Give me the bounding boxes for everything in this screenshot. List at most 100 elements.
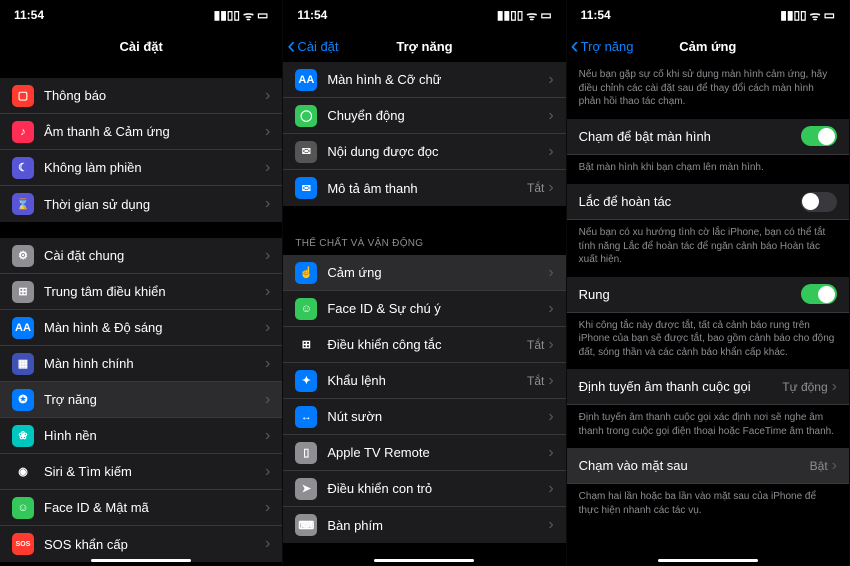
settings-row[interactable]: ⚙Cài đặt chung›	[0, 238, 282, 274]
row-label: Rung	[579, 287, 801, 302]
signal-icon: ▮▮▯▯	[214, 8, 240, 22]
signal-icon: ▮▮▯▯	[497, 8, 523, 22]
status-indicators: ▮▮▯▯ ᯤ ▭	[497, 7, 552, 24]
settings-row[interactable]: ✦Khẩu lệnhTắt›	[283, 363, 565, 399]
row-icon: ✉	[295, 177, 317, 199]
phone-touch: 11:54 ▮▮▯▯ ᯤ ▭ Trợ năng Cảm ứng Nếu bạn …	[567, 0, 850, 566]
row-icon: ▦	[12, 353, 34, 375]
row-label: Điều khiển công tắc	[327, 337, 527, 352]
status-time: 11:54	[297, 8, 327, 22]
row-value: Tắt	[527, 338, 544, 352]
home-indicator[interactable]	[374, 559, 474, 562]
row-vibration[interactable]: Rung	[567, 277, 849, 313]
toggle-tap-to-wake[interactable]	[801, 126, 837, 146]
row-icon: ◯	[295, 105, 317, 127]
chevron-icon: ›	[265, 283, 270, 301]
row-icon: ⌨	[295, 514, 317, 536]
row-icon: ☺	[12, 497, 34, 519]
chevron-icon: ›	[265, 427, 270, 445]
note-tap-to-wake: Bật màn hình khi bạn chạm lên màn hình.	[567, 155, 849, 185]
settings-row[interactable]: ✉Nội dung được đọc›	[283, 134, 565, 170]
settings-row[interactable]: ✉Mô tả âm thanhTắt›	[283, 170, 565, 206]
battery-icon: ▭	[540, 8, 551, 22]
chevron-icon: ›	[548, 408, 553, 426]
chevron-icon: ›	[265, 391, 270, 409]
nav-bar: Cài đặt Trợ năng	[283, 30, 565, 62]
status-indicators: ▮▮▯▯ ᯤ ▭	[780, 7, 835, 24]
back-button[interactable]: Cài đặt	[283, 39, 338, 54]
status-bar: 11:54 ▮▮▯▯ ᯤ ▭	[0, 0, 282, 30]
battery-icon: ▭	[824, 8, 835, 22]
row-icon: ▢	[12, 85, 34, 107]
chevron-icon: ›	[265, 247, 270, 265]
settings-row[interactable]: ➤Điều khiển con trỏ›	[283, 471, 565, 507]
row-shake-to-undo[interactable]: Lắc để hoàn tác	[567, 184, 849, 220]
chevron-icon: ›	[265, 463, 270, 481]
settings-row[interactable]: AAMàn hình & Cỡ chữ›	[283, 62, 565, 98]
row-label: Thời gian sử dụng	[44, 197, 265, 212]
settings-row[interactable]: ✪Trợ năng›	[0, 382, 282, 418]
toggle-shake-undo[interactable]	[801, 192, 837, 212]
settings-row[interactable]: ☝Cảm ứng›	[283, 255, 565, 291]
row-icon: ⌛	[12, 193, 34, 215]
chevron-icon: ›	[548, 179, 553, 197]
row-icon: ➤	[295, 478, 317, 500]
settings-row[interactable]: ☺Face ID & Sự chú ý›	[283, 291, 565, 327]
wifi-icon: ᯤ	[243, 7, 254, 24]
chevron-icon: ›	[548, 264, 553, 282]
chevron-icon: ›	[265, 123, 270, 141]
row-call-audio-routing[interactable]: Định tuyến âm thanh cuộc gọi Tự động ›	[567, 369, 849, 405]
chevron-icon: ›	[265, 355, 270, 373]
row-icon: ▯	[295, 442, 317, 464]
settings-row[interactable]: ❀Hình nền›	[0, 418, 282, 454]
settings-row[interactable]: ◉Siri & Tìm kiếm›	[0, 454, 282, 490]
row-label: Face ID & Sự chú ý	[327, 301, 548, 316]
back-button[interactable]: Trợ năng	[567, 39, 634, 54]
settings-row[interactable]: ⌨Bàn phím›	[283, 507, 565, 543]
row-icon: ◉	[12, 461, 34, 483]
settings-row[interactable]: ♪Âm thanh & Cảm ứng›	[0, 114, 282, 150]
settings-row[interactable]: SOSSOS khẩn cấp›	[0, 526, 282, 562]
row-label: Chạm vào mặt sau	[579, 458, 810, 473]
settings-row[interactable]: ⊞Điều khiển công tắcTắt›	[283, 327, 565, 363]
row-icon: ☾	[12, 157, 34, 179]
settings-row[interactable]: ⌛Thời gian sử dụng›	[0, 186, 282, 222]
chevron-icon: ›	[265, 499, 270, 517]
row-label: Trung tâm điều khiển	[44, 284, 265, 299]
status-indicators: ▮▮▯▯ ᯤ ▭	[214, 7, 269, 24]
row-icon: ⊞	[12, 281, 34, 303]
row-label: Chạm để bật màn hình	[579, 129, 801, 144]
settings-row[interactable]: ▦ Màn hình chính›	[0, 346, 282, 382]
status-time: 11:54	[581, 8, 611, 22]
home-indicator[interactable]	[91, 559, 191, 562]
settings-row[interactable]: ⊞ Trung tâm điều khiển›	[0, 274, 282, 310]
battery-icon: ▭	[257, 8, 268, 22]
nav-bar: Cài đặt	[0, 30, 282, 62]
row-tap-to-wake[interactable]: Chạm để bật màn hình	[567, 119, 849, 155]
settings-group-1: ▢Thông báo›♪Âm thanh & Cảm ứng›☾Không là…	[0, 78, 282, 222]
row-value: Bật	[810, 459, 828, 473]
settings-row[interactable]: ◯Chuyển động›	[283, 98, 565, 134]
row-back-tap[interactable]: Chạm vào mặt sau Bật ›	[567, 448, 849, 484]
chevron-icon: ›	[548, 71, 553, 89]
row-value: Tắt	[527, 181, 544, 195]
row-icon: SOS	[12, 533, 34, 555]
settings-row[interactable]: ↔Nút sườn›	[283, 399, 565, 435]
chevron-icon: ›	[548, 372, 553, 390]
note-shake-undo: Nếu bạn có xu hướng tình cờ lắc iPhone, …	[567, 220, 849, 277]
chevron-icon: ›	[832, 457, 837, 475]
home-indicator[interactable]	[658, 559, 758, 562]
accessibility-group-1: AAMàn hình & Cỡ chữ›◯Chuyển động›✉Nội du…	[283, 62, 565, 206]
settings-row[interactable]: ▯Apple TV Remote›	[283, 435, 565, 471]
toggle-vibration[interactable]	[801, 284, 837, 304]
phone-accessibility: 11:54 ▮▮▯▯ ᯤ ▭ Cài đặt Trợ năng AAMàn hì…	[283, 0, 566, 566]
row-label: Màn hình chính	[44, 356, 265, 371]
status-bar: 11:54 ▮▮▯▯ ᯤ ▭	[283, 0, 565, 30]
settings-row[interactable]: ☾Không làm phiền›	[0, 150, 282, 186]
settings-row[interactable]: ▢Thông báo›	[0, 78, 282, 114]
row-icon: ⊞	[295, 334, 317, 356]
chevron-icon: ›	[265, 535, 270, 553]
row-icon: ↔	[295, 406, 317, 428]
settings-row[interactable]: AAMàn hình & Độ sáng›	[0, 310, 282, 346]
settings-row[interactable]: ☺Face ID & Mật mã›	[0, 490, 282, 526]
